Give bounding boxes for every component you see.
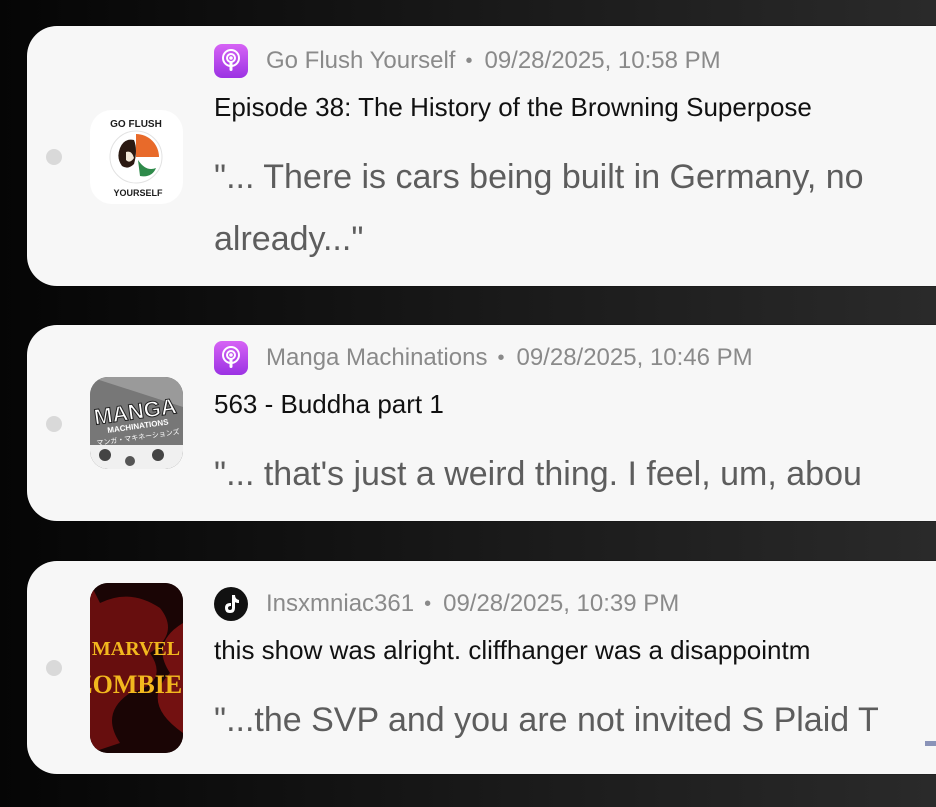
video-caption[interactable]: this show was alright. cliffhanger was a… — [214, 635, 810, 666]
feed-item-card[interactable]: MARVEL ZOMBIES Insxmniac361 • 09/28/2025… — [27, 561, 936, 774]
episode-thumbnail: MANGA MACHINATIONS マンガ・マキネーションズ — [90, 377, 183, 469]
transcript-snippet: "...the SVP and you are not invited S Pl… — [214, 701, 879, 739]
feed-item-card[interactable]: MANGA MACHINATIONS マンガ・マキネーションズ Manga Ma… — [27, 325, 936, 521]
source-name[interactable]: Go Flush Yourself — [266, 47, 455, 75]
timestamp: 09/28/2025, 10:46 PM — [516, 344, 753, 371]
thumbnail-label-bottom: ZOMBIES — [90, 670, 183, 699]
unread-indicator — [46, 149, 62, 165]
source-name[interactable]: Manga Machinations — [266, 344, 487, 372]
video-thumbnail: MARVEL ZOMBIES — [90, 583, 183, 753]
item-meta: Go Flush Yourself • 09/28/2025, 10:58 PM — [214, 44, 721, 78]
meta-separator: • — [424, 592, 432, 615]
thumbnail-label-bottom: YOURSELF — [113, 188, 163, 198]
text-highlight-marker — [925, 741, 936, 746]
feed-item-card[interactable]: GO FLUSH YOURSELF Go Flush Yourself • 09… — [27, 26, 936, 286]
podcast-icon — [214, 44, 248, 78]
transcript-snippet: "... that's just a weird thing. I feel, … — [214, 455, 862, 493]
podcast-icon — [214, 341, 248, 375]
meta-separator: • — [497, 346, 505, 369]
timestamp: 09/28/2025, 10:58 PM — [484, 47, 721, 74]
unread-indicator — [46, 660, 62, 676]
tiktok-icon — [214, 587, 248, 621]
timestamp: 09/28/2025, 10:39 PM — [443, 590, 680, 617]
thumbnail-label-top: GO FLUSH — [110, 119, 162, 130]
item-meta: Insxmniac361 • 09/28/2025, 10:39 PM — [214, 587, 679, 621]
unread-indicator — [46, 416, 62, 432]
item-meta: Manga Machinations • 09/28/2025, 10:46 P… — [214, 341, 753, 375]
episode-thumbnail: GO FLUSH YOURSELF — [90, 110, 183, 204]
thumbnail-label-top: MARVEL — [92, 638, 180, 660]
episode-title[interactable]: Episode 38: The History of the Browning … — [214, 92, 812, 123]
episode-title[interactable]: 563 - Buddha part 1 — [214, 389, 444, 420]
meta-separator: • — [465, 49, 473, 72]
transcript-snippet: "... There is cars being built in German… — [214, 158, 864, 258]
source-name[interactable]: Insxmniac361 — [266, 590, 414, 618]
